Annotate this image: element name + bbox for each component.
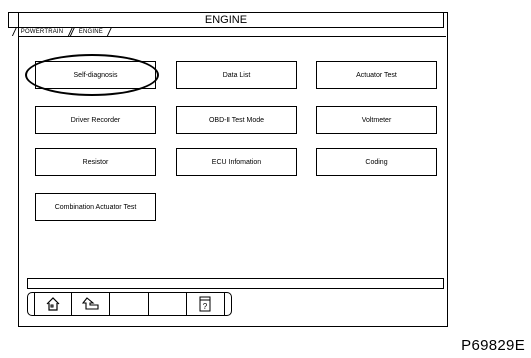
help-icon[interactable]: ? <box>187 293 225 315</box>
voltmeter-button[interactable]: Voltmeter <box>316 106 437 134</box>
breadcrumb-item-engine[interactable]: ENGINE <box>70 27 113 36</box>
figure-code: P69829E <box>461 337 525 354</box>
page-title: ENGINE <box>204 14 248 26</box>
ecu-information-button[interactable]: ECU Infomation <box>176 148 297 176</box>
coding-button[interactable]: Coding <box>316 148 437 176</box>
breadcrumb-item-powertrain[interactable]: POWERTRAIN <box>11 27 73 36</box>
obd-test-mode-button[interactable]: OBD-Ⅱ Test Mode <box>176 106 297 134</box>
bottom-toolbar: ? <box>27 292 232 316</box>
title-bar: ENGINE <box>8 12 444 28</box>
resistor-button[interactable]: Resistor <box>35 148 156 176</box>
home-icon[interactable] <box>34 293 73 315</box>
selection-highlight-ellipse <box>25 54 159 96</box>
breadcrumb: POWERTRAIN ENGINE <box>11 27 113 36</box>
status-bar <box>27 278 444 289</box>
blank-toolbar-slot[interactable] <box>149 293 187 315</box>
data-list-button[interactable]: Data List <box>176 61 297 89</box>
svg-text:?: ? <box>203 302 208 311</box>
combination-actuator-test-button[interactable]: Combination Actuator Test <box>35 193 156 221</box>
actuator-test-button[interactable]: Actuator Test <box>316 61 437 89</box>
back-icon[interactable] <box>72 293 111 315</box>
driver-recorder-button[interactable]: Driver Recorder <box>35 106 156 134</box>
blank-toolbar-slot[interactable] <box>110 293 149 315</box>
